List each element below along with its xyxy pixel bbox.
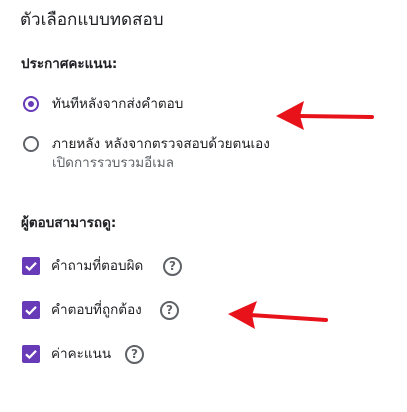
help-icon[interactable]: ? xyxy=(163,257,182,276)
release-later-label: ภายหลัง หลังจากตรวจสอบด้วยตนเอง xyxy=(52,136,270,152)
missed-questions-checkbox[interactable] xyxy=(22,257,40,275)
correct-answers-label: คำตอบที่ถูกต้อง xyxy=(51,302,142,318)
correct-answers-checkbox[interactable] xyxy=(22,301,40,319)
annotation-arrow-icon xyxy=(228,301,328,329)
point-values-label: ค่าคะแนน xyxy=(51,346,112,362)
release-later-option[interactable]: ภายหลัง หลังจากตรวจสอบด้วยตนเอง เปิดการร… xyxy=(22,135,322,175)
respondents-can-see-heading: ผู้ตอบสามารถดู: xyxy=(21,215,117,231)
help-icon[interactable]: ? xyxy=(160,301,179,320)
correct-answers-option[interactable]: คำตอบที่ถูกต้อง ? xyxy=(22,301,222,321)
release-immediately-label: ทันทีหลังจากส่งคำตอบ xyxy=(52,96,184,112)
missed-questions-option[interactable]: คำถามที่ตอบผิด ? xyxy=(22,257,222,277)
radio-selected-dot xyxy=(28,101,34,107)
missed-questions-label: คำถามที่ตอบผิด xyxy=(51,258,144,274)
check-icon xyxy=(25,306,37,316)
point-values-checkbox[interactable] xyxy=(22,345,40,363)
check-icon xyxy=(25,350,37,360)
release-immediately-radio[interactable] xyxy=(23,96,39,112)
panel-title: ตัวเลือกแบบทดสอบ xyxy=(20,10,164,30)
check-icon xyxy=(25,262,37,272)
release-later-radio[interactable] xyxy=(23,136,39,152)
help-icon[interactable]: ? xyxy=(125,345,144,364)
annotation-arrow-icon xyxy=(276,101,374,130)
point-values-option[interactable]: ค่าคะแนน ? xyxy=(22,345,222,365)
release-later-sublabel: เปิดการรวบรวมอีเมล xyxy=(52,155,174,171)
release-grade-heading: ประกาศคะแนน: xyxy=(21,56,118,72)
